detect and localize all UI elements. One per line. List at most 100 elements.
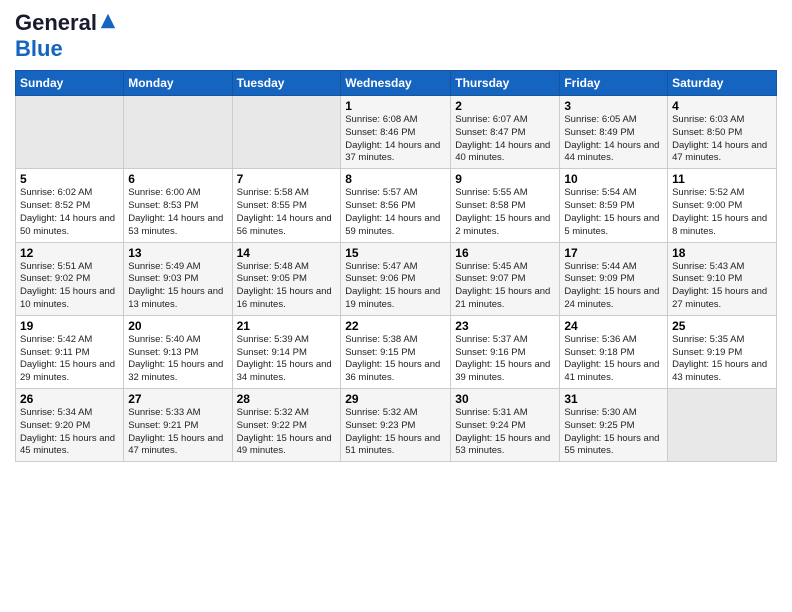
weekday-header-row: SundayMondayTuesdayWednesdayThursdayFrid… bbox=[16, 71, 777, 96]
calendar-cell: 24Sunrise: 5:36 AM Sunset: 9:18 PM Dayli… bbox=[560, 315, 668, 388]
day-number: 19 bbox=[20, 319, 119, 333]
calendar-cell: 17Sunrise: 5:44 AM Sunset: 9:09 PM Dayli… bbox=[560, 242, 668, 315]
day-number: 1 bbox=[345, 99, 446, 113]
calendar: SundayMondayTuesdayWednesdayThursdayFrid… bbox=[15, 70, 777, 462]
day-number: 23 bbox=[455, 319, 555, 333]
day-number: 24 bbox=[564, 319, 663, 333]
calendar-cell: 21Sunrise: 5:39 AM Sunset: 9:14 PM Dayli… bbox=[232, 315, 341, 388]
day-info: Sunrise: 5:33 AM Sunset: 9:21 PM Dayligh… bbox=[128, 407, 227, 458]
day-info: Sunrise: 5:34 AM Sunset: 9:20 PM Dayligh… bbox=[20, 407, 119, 458]
day-number: 3 bbox=[564, 99, 663, 113]
calendar-cell: 19Sunrise: 5:42 AM Sunset: 9:11 PM Dayli… bbox=[16, 315, 124, 388]
weekday-friday: Friday bbox=[560, 71, 668, 96]
weekday-saturday: Saturday bbox=[668, 71, 777, 96]
day-number: 13 bbox=[128, 246, 227, 260]
logo-general-text: General bbox=[15, 10, 97, 36]
day-number: 10 bbox=[564, 172, 663, 186]
calendar-cell: 1Sunrise: 6:08 AM Sunset: 8:46 PM Daylig… bbox=[341, 96, 451, 169]
calendar-cell: 14Sunrise: 5:48 AM Sunset: 9:05 PM Dayli… bbox=[232, 242, 341, 315]
day-info: Sunrise: 5:36 AM Sunset: 9:18 PM Dayligh… bbox=[564, 334, 663, 385]
day-number: 28 bbox=[237, 392, 337, 406]
day-number: 11 bbox=[672, 172, 772, 186]
day-info: Sunrise: 5:42 AM Sunset: 9:11 PM Dayligh… bbox=[20, 334, 119, 385]
calendar-cell: 20Sunrise: 5:40 AM Sunset: 9:13 PM Dayli… bbox=[124, 315, 232, 388]
calendar-cell: 27Sunrise: 5:33 AM Sunset: 9:21 PM Dayli… bbox=[124, 389, 232, 462]
day-number: 29 bbox=[345, 392, 446, 406]
day-number: 8 bbox=[345, 172, 446, 186]
day-number: 21 bbox=[237, 319, 337, 333]
weekday-tuesday: Tuesday bbox=[232, 71, 341, 96]
day-number: 7 bbox=[237, 172, 337, 186]
day-number: 20 bbox=[128, 319, 227, 333]
week-row-2: 5Sunrise: 6:02 AM Sunset: 8:52 PM Daylig… bbox=[16, 169, 777, 242]
logo: General Blue bbox=[15, 10, 117, 62]
calendar-cell: 18Sunrise: 5:43 AM Sunset: 9:10 PM Dayli… bbox=[668, 242, 777, 315]
calendar-cell: 5Sunrise: 6:02 AM Sunset: 8:52 PM Daylig… bbox=[16, 169, 124, 242]
page: General Blue SundayMondayTuesdayWednesda… bbox=[0, 0, 792, 477]
day-info: Sunrise: 5:37 AM Sunset: 9:16 PM Dayligh… bbox=[455, 334, 555, 385]
day-number: 2 bbox=[455, 99, 555, 113]
day-number: 15 bbox=[345, 246, 446, 260]
calendar-cell bbox=[232, 96, 341, 169]
day-info: Sunrise: 5:48 AM Sunset: 9:05 PM Dayligh… bbox=[237, 261, 337, 312]
day-info: Sunrise: 5:54 AM Sunset: 8:59 PM Dayligh… bbox=[564, 187, 663, 238]
day-info: Sunrise: 5:35 AM Sunset: 9:19 PM Dayligh… bbox=[672, 334, 772, 385]
day-info: Sunrise: 5:31 AM Sunset: 9:24 PM Dayligh… bbox=[455, 407, 555, 458]
calendar-cell: 4Sunrise: 6:03 AM Sunset: 8:50 PM Daylig… bbox=[668, 96, 777, 169]
day-info: Sunrise: 5:43 AM Sunset: 9:10 PM Dayligh… bbox=[672, 261, 772, 312]
calendar-cell: 15Sunrise: 5:47 AM Sunset: 9:06 PM Dayli… bbox=[341, 242, 451, 315]
day-info: Sunrise: 5:39 AM Sunset: 9:14 PM Dayligh… bbox=[237, 334, 337, 385]
day-info: Sunrise: 5:57 AM Sunset: 8:56 PM Dayligh… bbox=[345, 187, 446, 238]
day-info: Sunrise: 5:40 AM Sunset: 9:13 PM Dayligh… bbox=[128, 334, 227, 385]
calendar-cell bbox=[124, 96, 232, 169]
day-number: 31 bbox=[564, 392, 663, 406]
day-info: Sunrise: 5:52 AM Sunset: 9:00 PM Dayligh… bbox=[672, 187, 772, 238]
day-info: Sunrise: 6:08 AM Sunset: 8:46 PM Dayligh… bbox=[345, 114, 446, 165]
calendar-cell: 12Sunrise: 5:51 AM Sunset: 9:02 PM Dayli… bbox=[16, 242, 124, 315]
day-number: 26 bbox=[20, 392, 119, 406]
day-number: 9 bbox=[455, 172, 555, 186]
day-info: Sunrise: 6:07 AM Sunset: 8:47 PM Dayligh… bbox=[455, 114, 555, 165]
calendar-cell: 16Sunrise: 5:45 AM Sunset: 9:07 PM Dayli… bbox=[451, 242, 560, 315]
day-number: 17 bbox=[564, 246, 663, 260]
day-info: Sunrise: 6:02 AM Sunset: 8:52 PM Dayligh… bbox=[20, 187, 119, 238]
week-row-1: 1Sunrise: 6:08 AM Sunset: 8:46 PM Daylig… bbox=[16, 96, 777, 169]
day-info: Sunrise: 6:00 AM Sunset: 8:53 PM Dayligh… bbox=[128, 187, 227, 238]
calendar-cell: 30Sunrise: 5:31 AM Sunset: 9:24 PM Dayli… bbox=[451, 389, 560, 462]
day-number: 25 bbox=[672, 319, 772, 333]
calendar-cell: 2Sunrise: 6:07 AM Sunset: 8:47 PM Daylig… bbox=[451, 96, 560, 169]
week-row-4: 19Sunrise: 5:42 AM Sunset: 9:11 PM Dayli… bbox=[16, 315, 777, 388]
day-info: Sunrise: 5:32 AM Sunset: 9:23 PM Dayligh… bbox=[345, 407, 446, 458]
day-info: Sunrise: 5:44 AM Sunset: 9:09 PM Dayligh… bbox=[564, 261, 663, 312]
day-info: Sunrise: 6:05 AM Sunset: 8:49 PM Dayligh… bbox=[564, 114, 663, 165]
calendar-cell: 25Sunrise: 5:35 AM Sunset: 9:19 PM Dayli… bbox=[668, 315, 777, 388]
day-number: 16 bbox=[455, 246, 555, 260]
calendar-cell bbox=[16, 96, 124, 169]
week-row-5: 26Sunrise: 5:34 AM Sunset: 9:20 PM Dayli… bbox=[16, 389, 777, 462]
day-number: 18 bbox=[672, 246, 772, 260]
calendar-cell: 6Sunrise: 6:00 AM Sunset: 8:53 PM Daylig… bbox=[124, 169, 232, 242]
day-info: Sunrise: 5:32 AM Sunset: 9:22 PM Dayligh… bbox=[237, 407, 337, 458]
weekday-wednesday: Wednesday bbox=[341, 71, 451, 96]
day-number: 4 bbox=[672, 99, 772, 113]
day-info: Sunrise: 5:58 AM Sunset: 8:55 PM Dayligh… bbox=[237, 187, 337, 238]
calendar-cell: 29Sunrise: 5:32 AM Sunset: 9:23 PM Dayli… bbox=[341, 389, 451, 462]
calendar-cell: 7Sunrise: 5:58 AM Sunset: 8:55 PM Daylig… bbox=[232, 169, 341, 242]
day-number: 12 bbox=[20, 246, 119, 260]
day-info: Sunrise: 5:49 AM Sunset: 9:03 PM Dayligh… bbox=[128, 261, 227, 312]
calendar-cell bbox=[668, 389, 777, 462]
day-number: 27 bbox=[128, 392, 227, 406]
calendar-cell: 22Sunrise: 5:38 AM Sunset: 9:15 PM Dayli… bbox=[341, 315, 451, 388]
logo-blue-text: Blue bbox=[15, 36, 63, 61]
calendar-cell: 23Sunrise: 5:37 AM Sunset: 9:16 PM Dayli… bbox=[451, 315, 560, 388]
day-info: Sunrise: 6:03 AM Sunset: 8:50 PM Dayligh… bbox=[672, 114, 772, 165]
week-row-3: 12Sunrise: 5:51 AM Sunset: 9:02 PM Dayli… bbox=[16, 242, 777, 315]
day-info: Sunrise: 5:30 AM Sunset: 9:25 PM Dayligh… bbox=[564, 407, 663, 458]
header: General Blue bbox=[15, 10, 777, 62]
day-info: Sunrise: 5:38 AM Sunset: 9:15 PM Dayligh… bbox=[345, 334, 446, 385]
weekday-thursday: Thursday bbox=[451, 71, 560, 96]
day-number: 6 bbox=[128, 172, 227, 186]
calendar-cell: 26Sunrise: 5:34 AM Sunset: 9:20 PM Dayli… bbox=[16, 389, 124, 462]
calendar-cell: 28Sunrise: 5:32 AM Sunset: 9:22 PM Dayli… bbox=[232, 389, 341, 462]
day-number: 30 bbox=[455, 392, 555, 406]
